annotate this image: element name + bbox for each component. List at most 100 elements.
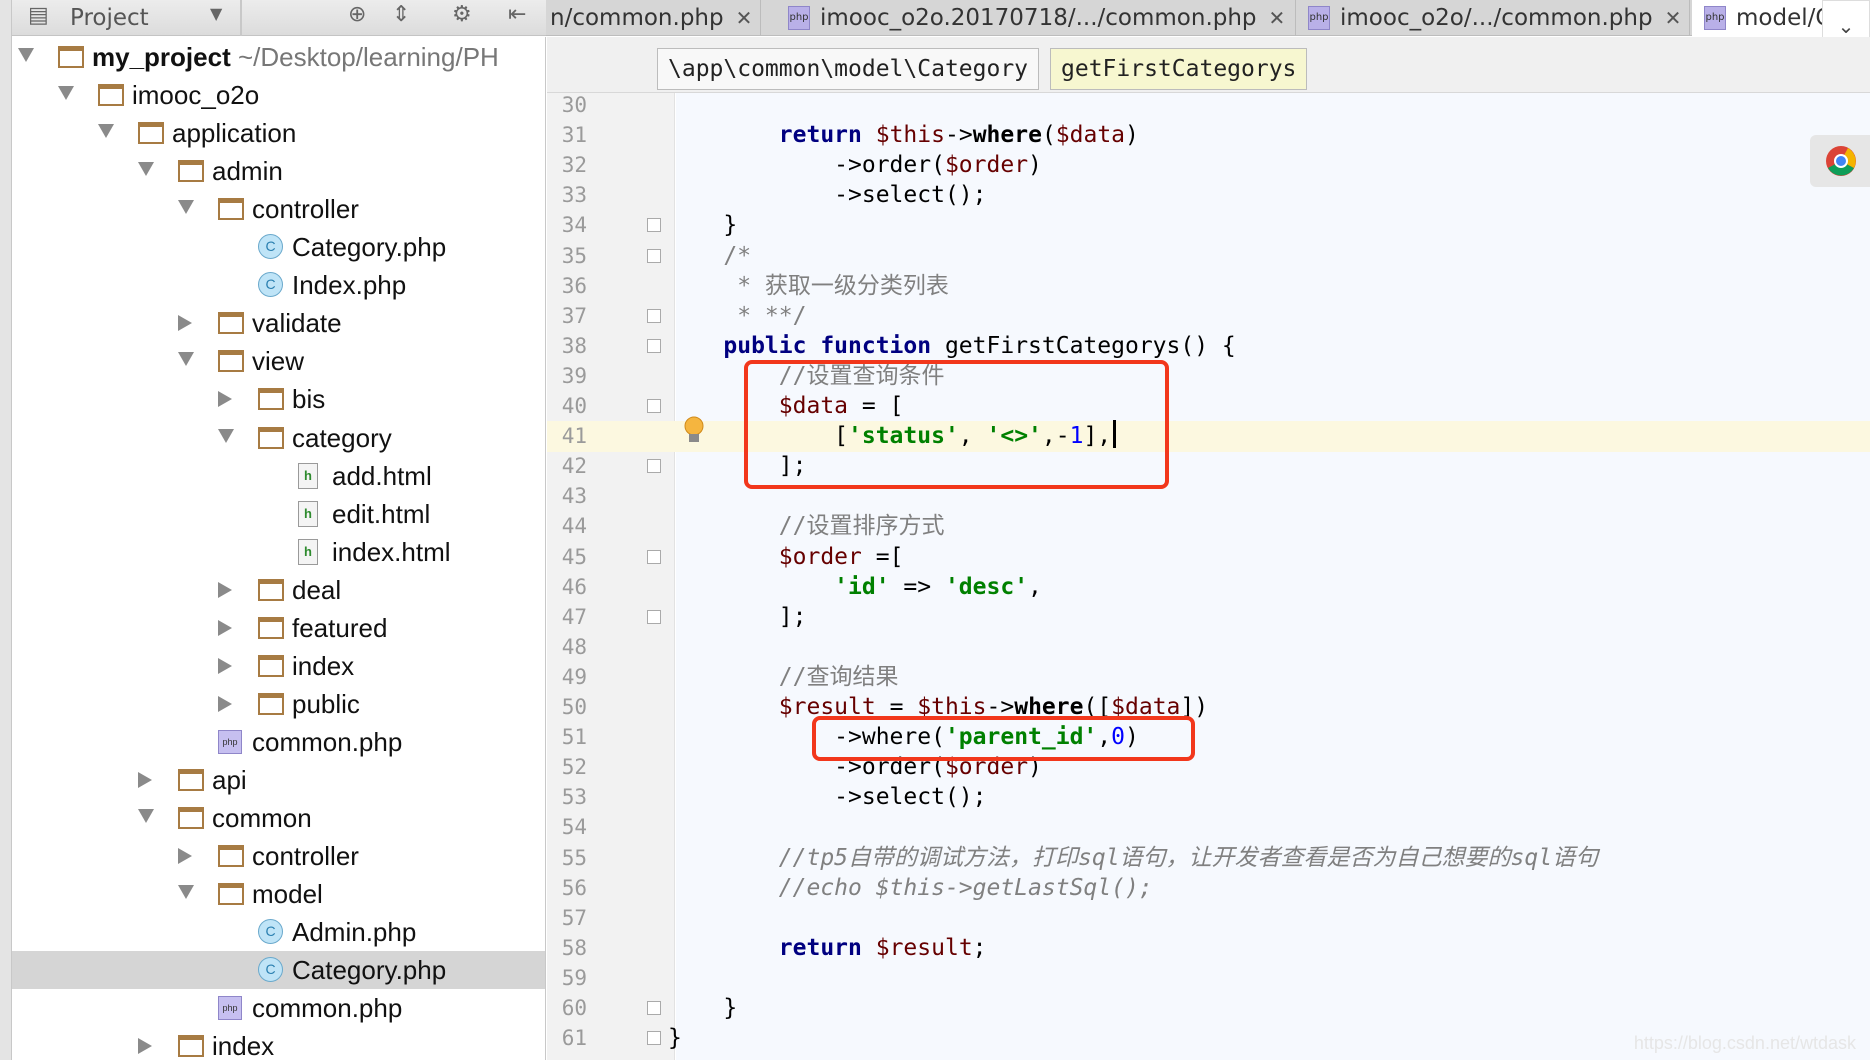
expanded-arrow-icon[interactable]	[58, 86, 74, 101]
tab-common-php-3[interactable]: php imooc_o2o/.../common.php ✕	[1296, 0, 1690, 36]
close-icon[interactable]: ✕	[736, 6, 753, 30]
tree-item-common[interactable]: common	[12, 799, 545, 837]
code-line[interactable]: $order =[	[668, 542, 904, 572]
collapsed-arrow-icon[interactable]	[178, 315, 192, 332]
breadcrumb: \app\common\model\Category getFirstCateg…	[547, 37, 1870, 93]
tree-item-index-html[interactable]: h index.html	[12, 533, 545, 571]
fold-marker-icon[interactable]	[647, 609, 661, 624]
tab-common-php-2[interactable]: php imooc_o2o.20170718/.../common.php ✕	[776, 0, 1296, 36]
tree-item-index-php[interactable]: C Index.php	[12, 266, 545, 304]
tree-item-bis[interactable]: bis	[12, 380, 545, 418]
code-line[interactable]: ->select();	[668, 180, 986, 210]
code-line[interactable]: ];	[668, 602, 807, 632]
gear-icon[interactable]: ⚙	[452, 2, 472, 27]
tree-item-common-php[interactable]: php common.php	[12, 723, 545, 761]
code-line[interactable]: ->select();	[668, 782, 986, 812]
tree-item-label: edit.html	[332, 498, 431, 529]
fold-marker-icon[interactable]	[647, 338, 661, 353]
expanded-arrow-icon[interactable]	[98, 124, 114, 139]
close-icon[interactable]: ✕	[1269, 6, 1286, 30]
code-line[interactable]: ->order($order)	[668, 150, 1042, 180]
tree-item-deal[interactable]: deal	[12, 571, 545, 609]
tree-item-admin-php[interactable]: C Admin.php	[12, 913, 545, 951]
tree-item-index[interactable]: index	[12, 1027, 545, 1060]
caret-down-icon[interactable]: ▼	[210, 4, 222, 23]
tree-item-common-php[interactable]: php common.php	[12, 989, 545, 1027]
hide-icon[interactable]: ⇤	[508, 2, 526, 27]
code-line[interactable]: public function getFirstCategorys() {	[668, 331, 1235, 361]
collapsed-arrow-icon[interactable]	[218, 391, 232, 408]
code-line[interactable]: }	[668, 210, 737, 240]
tree-item-imooc-o2o[interactable]: imooc_o2o	[12, 76, 545, 114]
code-line[interactable]: /*	[668, 241, 751, 271]
tree-item-view[interactable]: view	[12, 342, 545, 380]
collapsed-arrow-icon[interactable]	[218, 695, 232, 712]
tree-item-category-php[interactable]: C Category.php	[12, 951, 545, 990]
expanded-arrow-icon[interactable]	[138, 162, 154, 177]
fold-marker-icon[interactable]	[647, 459, 661, 474]
expanded-arrow-icon[interactable]	[218, 428, 234, 443]
line-number: 49	[561, 664, 587, 689]
project-pane-title[interactable]: Project	[70, 5, 149, 31]
tab-label: imooc_o2o.20170718/.../common.php	[820, 5, 1257, 31]
tree-item-category[interactable]: category	[12, 419, 545, 457]
code-line[interactable]: //tp5自带的调试方法，打印sql语句，让开发者查看是否为自己想要的sql语句	[668, 843, 1598, 873]
fold-marker-icon[interactable]	[647, 549, 661, 564]
tree-item-category-php[interactable]: C Category.php	[12, 228, 545, 266]
expanded-arrow-icon[interactable]	[178, 200, 194, 215]
code-line[interactable]: //查询结果	[668, 662, 899, 692]
collapsed-arrow-icon[interactable]	[218, 619, 232, 636]
collapsed-arrow-icon[interactable]	[178, 848, 192, 865]
code-line[interactable]: }	[668, 1023, 682, 1053]
tree-item-add-html[interactable]: h add.html	[12, 457, 545, 495]
expanded-arrow-icon[interactable]	[138, 809, 154, 823]
tree-item-public[interactable]: public	[12, 685, 545, 723]
tree-item-featured[interactable]: featured	[12, 609, 545, 647]
collapsed-arrow-icon[interactable]	[138, 771, 152, 788]
collapsed-arrow-icon[interactable]	[218, 657, 232, 674]
expanded-arrow-icon[interactable]	[178, 885, 194, 900]
collapse-icon[interactable]: ⇕	[392, 2, 410, 27]
code-line[interactable]: //echo $this->getLastSql();	[668, 873, 1153, 903]
fold-marker-icon[interactable]	[647, 308, 661, 323]
breadcrumb-method[interactable]: getFirstCategorys	[1050, 48, 1308, 90]
code-line[interactable]: return $this->where($data)	[668, 120, 1139, 150]
tree-item-admin[interactable]: admin	[12, 152, 545, 190]
line-number: 58	[561, 935, 587, 960]
breadcrumb-namespace[interactable]: \app\common\model\Category	[657, 48, 1040, 90]
close-icon[interactable]: ✕	[1665, 6, 1682, 30]
tree-item-model[interactable]: model	[12, 875, 545, 913]
fold-marker-icon[interactable]	[647, 1031, 661, 1046]
tree-item-controller[interactable]: controller	[12, 190, 545, 228]
tool-window-strip	[0, 0, 12, 1060]
code-text: ,	[1028, 573, 1042, 600]
fold-marker-icon[interactable]	[647, 218, 661, 233]
collapsed-arrow-icon[interactable]	[218, 581, 232, 598]
code-line[interactable]: //设置排序方式	[668, 511, 945, 541]
code-line[interactable]: return $result;	[668, 933, 987, 963]
tree-item-validate[interactable]: validate	[12, 304, 545, 342]
expanded-arrow-icon[interactable]	[178, 352, 194, 367]
tree-item-my-project[interactable]: my_project ~/Desktop/learning/PH	[12, 38, 545, 76]
fold-marker-icon[interactable]	[647, 1001, 661, 1015]
code-line[interactable]: }	[668, 993, 737, 1023]
tree-item-controller[interactable]: controller	[12, 837, 545, 875]
tree-item-edit-html[interactable]: h edit.html	[12, 495, 545, 533]
expanded-arrow-icon[interactable]	[18, 48, 34, 62]
tab-common-php-1[interactable]: n/common.php ✕	[546, 0, 761, 36]
tree-item-application[interactable]: application	[12, 114, 545, 152]
collapsed-arrow-icon[interactable]	[138, 1038, 152, 1055]
tree-item-index[interactable]: index	[12, 647, 545, 685]
lightbulb-icon[interactable]	[683, 416, 705, 446]
tree-item-label: add.html	[332, 460, 432, 491]
locate-icon[interactable]: ⊕	[348, 2, 366, 27]
tree-item-api[interactable]: api	[12, 761, 545, 799]
line-number: 60	[561, 996, 587, 1020]
fold-marker-icon[interactable]	[647, 248, 661, 263]
fold-marker-icon[interactable]	[647, 399, 661, 413]
browser-preview-button[interactable]	[1810, 135, 1870, 187]
code-line[interactable]: 'id' => 'desc',	[668, 572, 1042, 602]
code-line[interactable]: * 获取一级分类列表	[668, 271, 949, 301]
code-line[interactable]: * **/	[668, 301, 806, 331]
